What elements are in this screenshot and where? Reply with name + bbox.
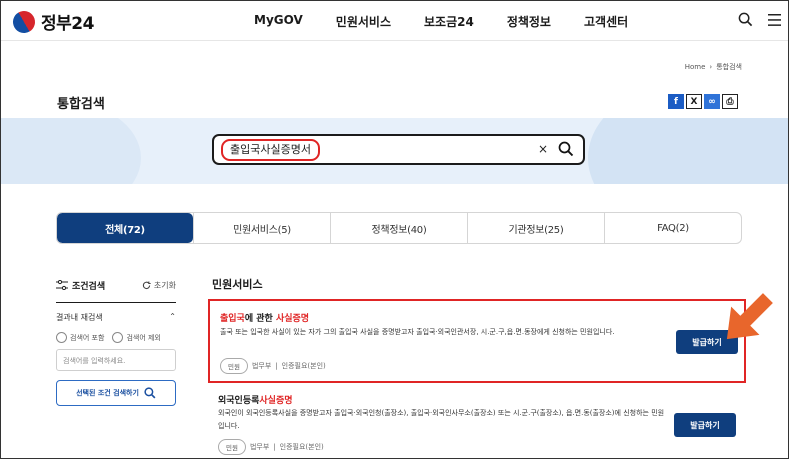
title-text: 에 관한 bbox=[244, 314, 276, 324]
agency-label: 법무부 bbox=[249, 443, 270, 451]
link-icon[interactable]: ∞ bbox=[704, 94, 720, 109]
tab-civil-service[interactable]: 민원서비스(5) bbox=[193, 213, 330, 243]
x-icon[interactable]: X bbox=[686, 94, 702, 109]
result-tabs: 전체(72) 민원서비스(5) 정책정보(40) 기관정보(25) FAQ(2) bbox=[56, 212, 742, 244]
site-logo[interactable]: 정부24 bbox=[8, 6, 94, 37]
title-highlight: 출입국 bbox=[220, 314, 245, 324]
include-label: 검색어 포함 bbox=[70, 333, 105, 342]
refresh-icon bbox=[142, 281, 151, 289]
hamburger-menu-icon[interactable] bbox=[767, 13, 782, 27]
band-decoration bbox=[1, 118, 141, 184]
result-card: 출입국에 관한 사실증명 출국 또는 입국한 사실이 있는 자가 그의 출입국 … bbox=[208, 299, 746, 383]
filter-title-label: 조건검색 bbox=[72, 281, 106, 292]
refine-search-input[interactable]: 검색어를 입력하세요. bbox=[56, 349, 176, 371]
breadcrumb: Home › 통합검색 bbox=[685, 62, 742, 72]
browser-frame: 정부24 MyGOV 민원서비스 보조금24 정책정보 고객센터 Home › … bbox=[0, 0, 789, 459]
apply-filter-button[interactable]: 선택된 조건 검색하기 bbox=[56, 380, 176, 406]
band-decoration bbox=[588, 118, 788, 184]
tab-all[interactable]: 전체(72) bbox=[57, 213, 193, 243]
title-highlight: 사실증명 bbox=[259, 396, 293, 406]
reset-label: 초기화 bbox=[153, 280, 176, 290]
radio-circle bbox=[56, 332, 67, 343]
search-icon[interactable] bbox=[738, 12, 753, 27]
exclude-label: 검색어 제외 bbox=[126, 333, 161, 342]
result-description: 출국 또는 입국한 사실이 있는 자가 그의 출입국 사실을 증명받고자 출입국… bbox=[220, 328, 615, 336]
page-title: 통합검색 bbox=[57, 97, 105, 112]
category-chip: 민원 bbox=[218, 439, 246, 455]
search-icon bbox=[144, 387, 156, 399]
clear-icon[interactable]: × bbox=[538, 142, 548, 156]
breadcrumb-home[interactable]: Home bbox=[685, 63, 706, 71]
result-card: 외국인등록사실증명 외국인이 외국인등록사실을 증명받고자 출입국·외국인청(출… bbox=[208, 387, 746, 458]
auth-label: 인증필요(본인) bbox=[279, 443, 324, 451]
title-text: 외국인등록 bbox=[218, 396, 260, 406]
tab-agency-info[interactable]: 기관정보(25) bbox=[467, 213, 604, 243]
nav-customer-center[interactable]: 고객센터 bbox=[584, 13, 628, 30]
search-input[interactable]: 출입국사실증명서 bbox=[221, 139, 320, 161]
meta-divider: | bbox=[273, 443, 276, 451]
site-header: 정부24 MyGOV 민원서비스 보조금24 정책정보 고객센터 bbox=[1, 1, 788, 41]
search-icon[interactable] bbox=[558, 141, 574, 157]
filter-panel: 조건검색 초기화 결과내 재검색 ⌃ 검색어 포함 검색어 제외 검색어를 입력… bbox=[56, 277, 176, 406]
sliders-icon bbox=[56, 280, 68, 290]
main-nav: MyGOV 민원서비스 보조금24 정책정보 고객센터 bbox=[254, 13, 661, 30]
facebook-icon[interactable]: f bbox=[668, 94, 684, 109]
print-icon[interactable]: ⎙ bbox=[722, 94, 738, 109]
breadcrumb-current: 통합검색 bbox=[716, 63, 742, 71]
result-title[interactable]: 출입국에 관한 사실증명 bbox=[220, 311, 309, 324]
apply-filter-label: 선택된 조건 검색하기 bbox=[76, 389, 139, 397]
divider bbox=[56, 302, 176, 303]
result-meta: 민원 법무부 | 인증필요(본인) bbox=[218, 439, 324, 455]
refine-search-title: 결과내 재검색 bbox=[56, 313, 103, 322]
logo-text: 정부24 bbox=[41, 14, 94, 34]
result-description: 외국인이 외국인등록사실을 증명받고자 출입국·외국인청(출장소), 출입국·외… bbox=[218, 409, 665, 430]
share-buttons: f X ∞ ⎙ bbox=[668, 94, 738, 109]
nav-mygov[interactable]: MyGOV bbox=[254, 13, 303, 30]
section-title: 민원서비스 bbox=[212, 278, 263, 291]
category-chip: 민원 bbox=[220, 358, 248, 374]
pointer-arrow-icon bbox=[726, 293, 773, 340]
title-highlight: 사실증명 bbox=[275, 314, 310, 324]
taegeuk-logo-icon bbox=[8, 6, 40, 37]
radio-circle bbox=[112, 332, 124, 343]
search-box[interactable]: 출입국사실증명서 × bbox=[212, 134, 585, 165]
exclude-radio[interactable]: 검색어 제외 bbox=[112, 332, 161, 343]
include-radio[interactable]: 검색어 포함 bbox=[56, 332, 104, 343]
chevron-up-icon[interactable]: ⌃ bbox=[169, 312, 176, 323]
result-title[interactable]: 외국인등록사실증명 bbox=[218, 393, 293, 406]
filter-title: 조건검색 bbox=[56, 279, 105, 292]
agency-label: 법무부 bbox=[251, 362, 272, 370]
nav-civil-service[interactable]: 민원서비스 bbox=[336, 13, 391, 30]
nav-policy-info[interactable]: 정책정보 bbox=[507, 13, 551, 30]
result-meta: 민원 법무부 | 인증필요(본인) bbox=[220, 358, 326, 374]
tab-faq[interactable]: FAQ(2) bbox=[604, 213, 741, 243]
refine-options: 검색어 포함 검색어 제외 bbox=[56, 332, 176, 343]
nav-subsidy24[interactable]: 보조금24 bbox=[424, 13, 474, 30]
tab-policy-info[interactable]: 정책정보(40) bbox=[330, 213, 467, 243]
reset-button[interactable]: 초기화 bbox=[142, 280, 176, 291]
header-icons bbox=[738, 12, 782, 27]
auth-label: 인증필요(본인) bbox=[281, 362, 326, 370]
issue-button[interactable]: 발급하기 bbox=[674, 413, 736, 437]
chevron-right-icon: › bbox=[709, 63, 713, 71]
meta-divider: | bbox=[275, 362, 278, 370]
